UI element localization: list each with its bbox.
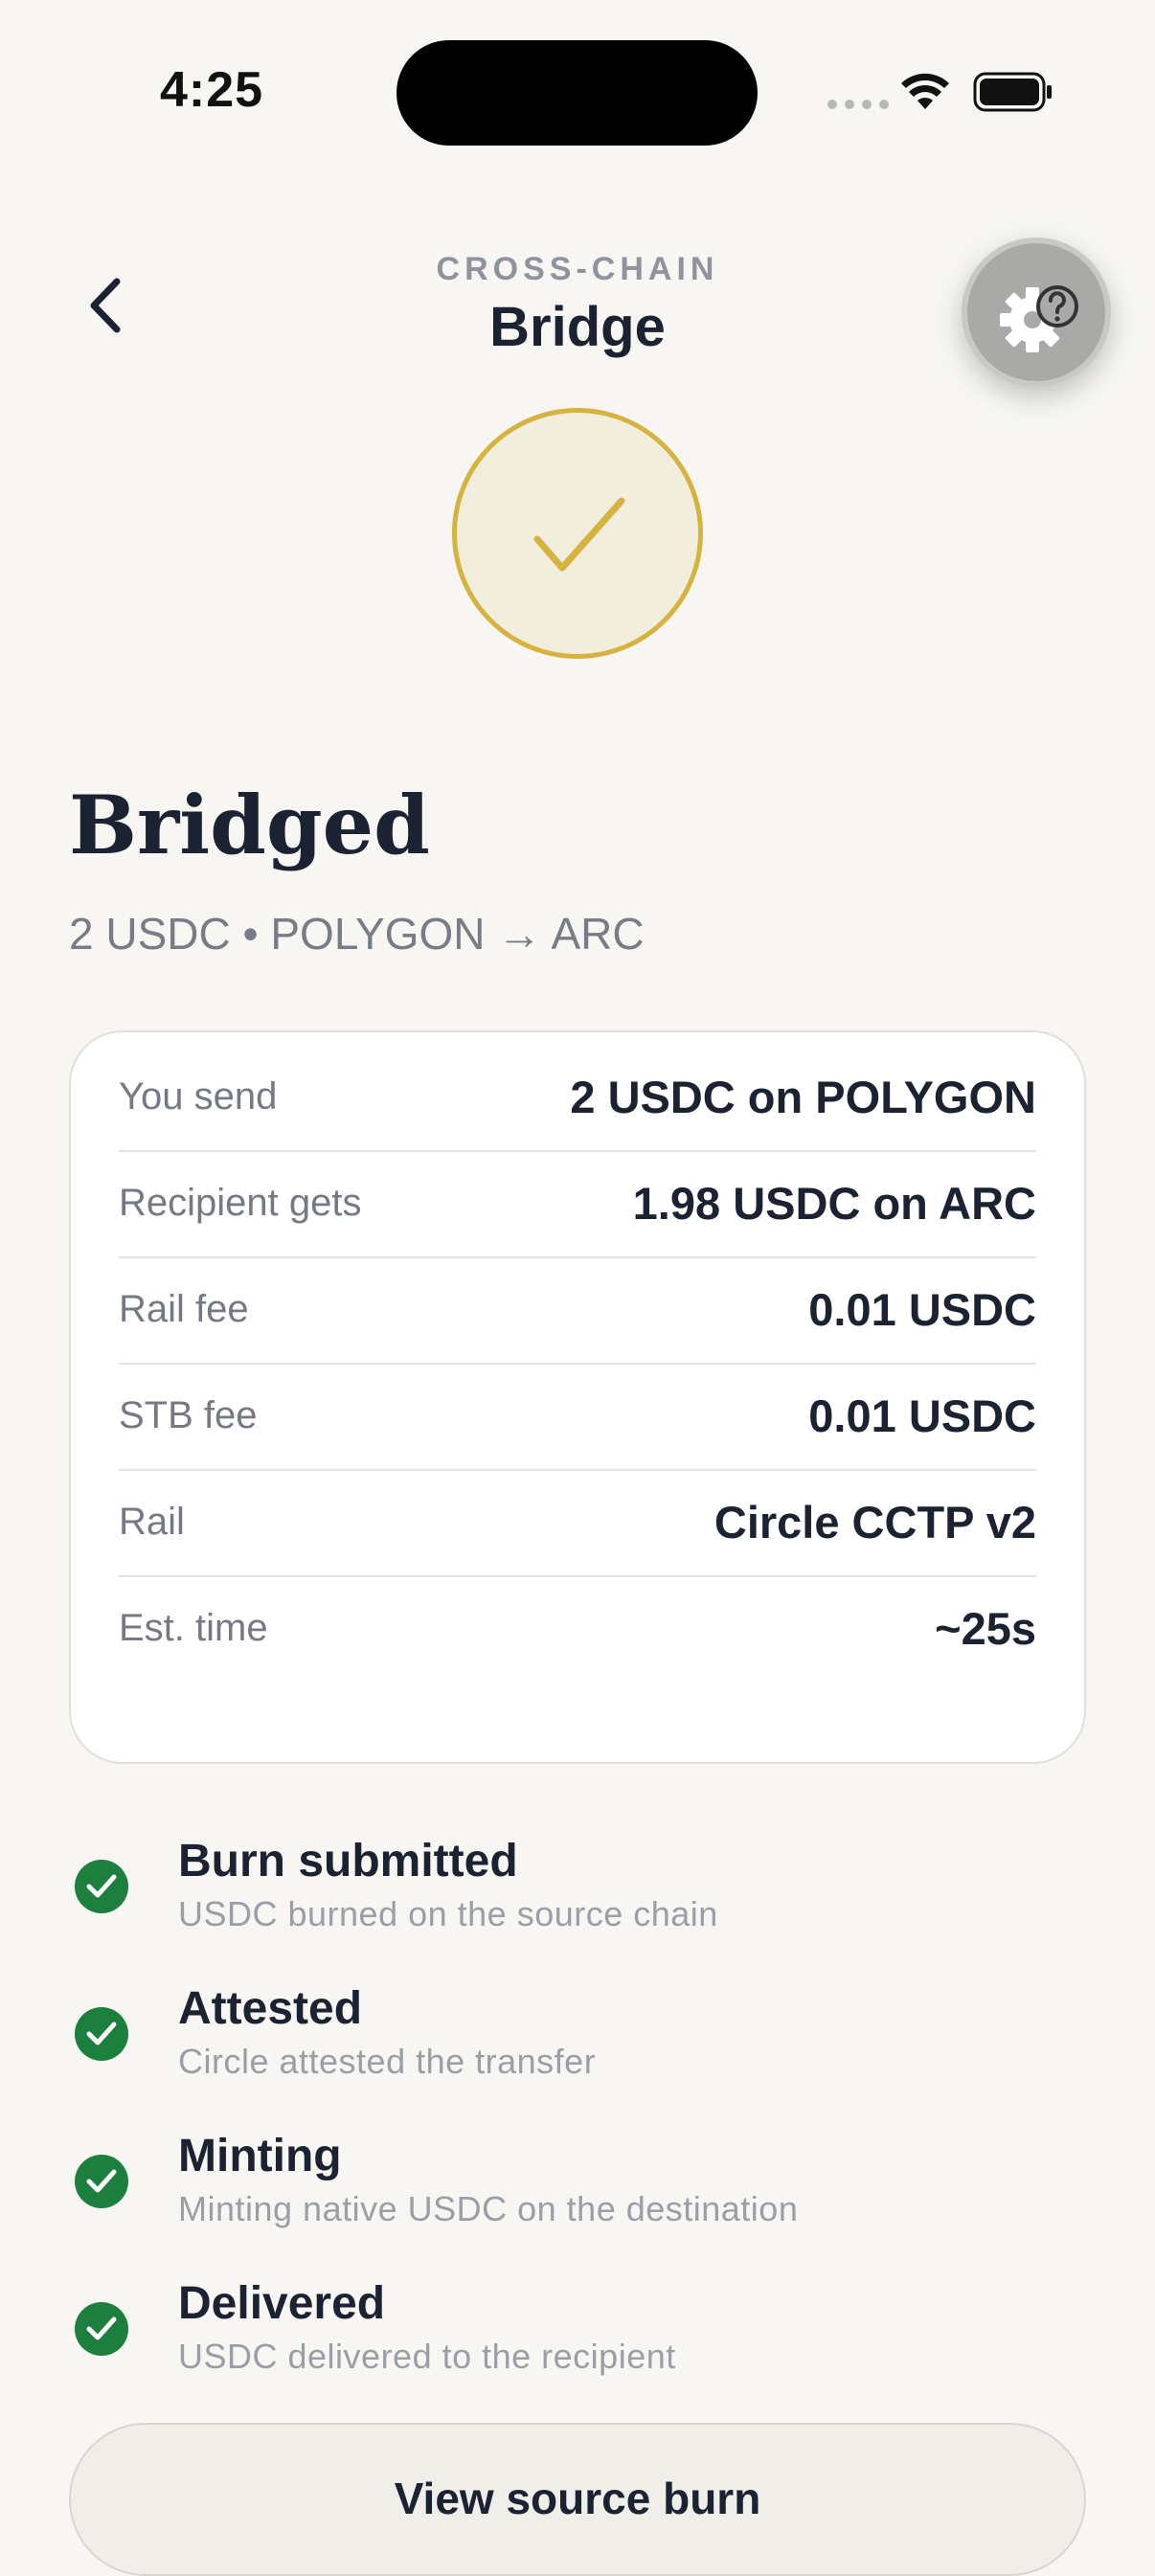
- detail-row-rail: Rail Circle CCTP v2: [119, 1469, 1036, 1577]
- result-title: Bridged: [69, 778, 430, 872]
- detail-value: 1.98 USDC on ARC: [632, 1178, 1036, 1229]
- step-complete-icon: [75, 2007, 128, 2061]
- detail-value: 2 USDC on POLYGON: [570, 1072, 1036, 1122]
- detail-value: 0.01 USDC: [808, 1284, 1036, 1335]
- step-burn-submitted: Burn submitted USDC burned on the source…: [69, 1835, 1084, 1969]
- detail-row-est-time: Est. time ~25s: [119, 1575, 1036, 1682]
- dynamic-island: [396, 40, 758, 146]
- detail-value: ~25s: [935, 1603, 1036, 1654]
- detail-row-you-send: You send 2 USDC on POLYGON: [119, 1044, 1036, 1152]
- detail-label: Rail fee: [119, 1288, 249, 1330]
- step-title: Attested: [178, 1983, 363, 2034]
- help-settings-button[interactable]: [962, 237, 1111, 387]
- wifi-icon: [901, 73, 949, 109]
- step-complete-icon: [75, 2302, 128, 2356]
- detail-label: Recipient gets: [119, 1182, 362, 1224]
- detail-row-rail-fee: Rail fee 0.01 USDC: [119, 1256, 1036, 1365]
- view-source-burn-button[interactable]: View source burn: [69, 2423, 1086, 2576]
- step-title: Delivered: [178, 2278, 386, 2329]
- step-title: Minting: [178, 2131, 342, 2181]
- detail-label: STB fee: [119, 1394, 258, 1436]
- details-card: You send 2 USDC on POLYGON Recipient get…: [69, 1030, 1086, 1764]
- step-description: USDC delivered to the recipient: [178, 2337, 676, 2376]
- success-badge: [452, 408, 703, 659]
- gear-question-icon: [1000, 285, 1078, 352]
- step-complete-icon: [75, 2155, 128, 2208]
- detail-label: You send: [119, 1075, 278, 1118]
- detail-value: Circle CCTP v2: [713, 1497, 1036, 1548]
- step-description: Circle attested the transfer: [178, 2042, 597, 2081]
- cellular-signal-icon: [827, 100, 889, 109]
- result-summary: 2 USDC • POLYGON → ARC: [69, 909, 645, 959]
- detail-row-stb-fee: STB fee 0.01 USDC: [119, 1363, 1036, 1471]
- detail-value: 0.01 USDC: [808, 1390, 1036, 1441]
- view-source-burn-label: View source burn: [394, 2474, 761, 2523]
- step-description: Minting native USDC on the destination: [178, 2189, 799, 2228]
- step-attested: Attested Circle attested the transfer: [69, 1982, 1084, 2116]
- step-delivered: Delivered USDC delivered to the recipien…: [69, 2277, 1084, 2411]
- step-minting: Minting Minting native USDC on the desti…: [69, 2130, 1084, 2264]
- detail-row-recipient-gets: Recipient gets 1.98 USDC on ARC: [119, 1150, 1036, 1258]
- detail-label: Rail: [119, 1501, 185, 1543]
- battery-icon: [973, 72, 1052, 112]
- step-title: Burn submitted: [178, 1836, 518, 1887]
- step-description: USDC burned on the source chain: [178, 1894, 718, 1933]
- detail-label: Est. time: [119, 1607, 268, 1649]
- step-complete-icon: [75, 1860, 128, 1913]
- status-time: 4:25: [160, 62, 264, 118]
- checkmark-icon: [533, 497, 625, 572]
